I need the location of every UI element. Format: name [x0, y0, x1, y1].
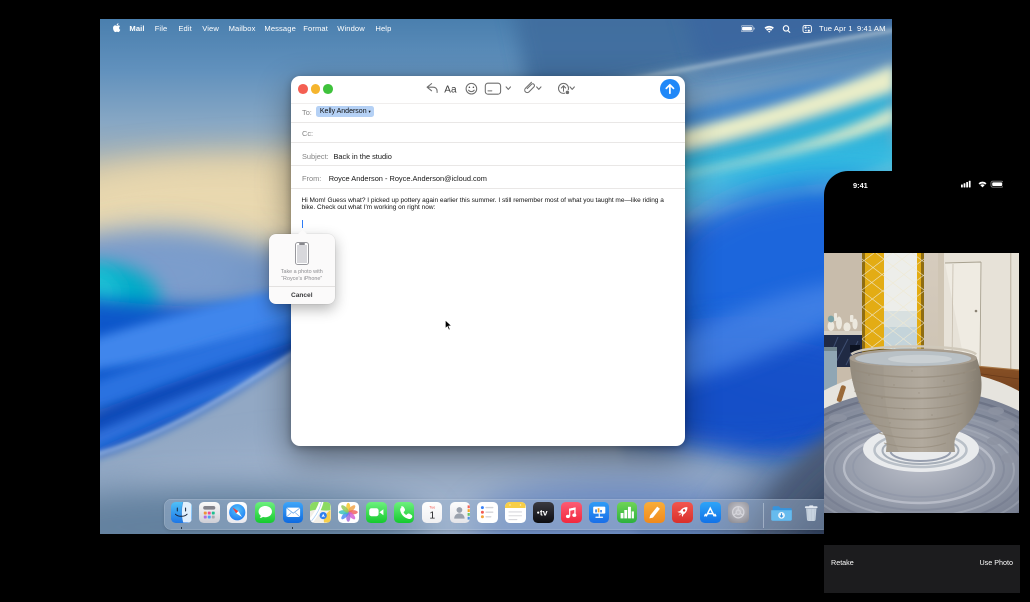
svg-text:Aa: Aa: [444, 85, 457, 96]
svg-text:1: 1: [429, 509, 435, 521]
svg-text:tv: tv: [540, 508, 548, 518]
